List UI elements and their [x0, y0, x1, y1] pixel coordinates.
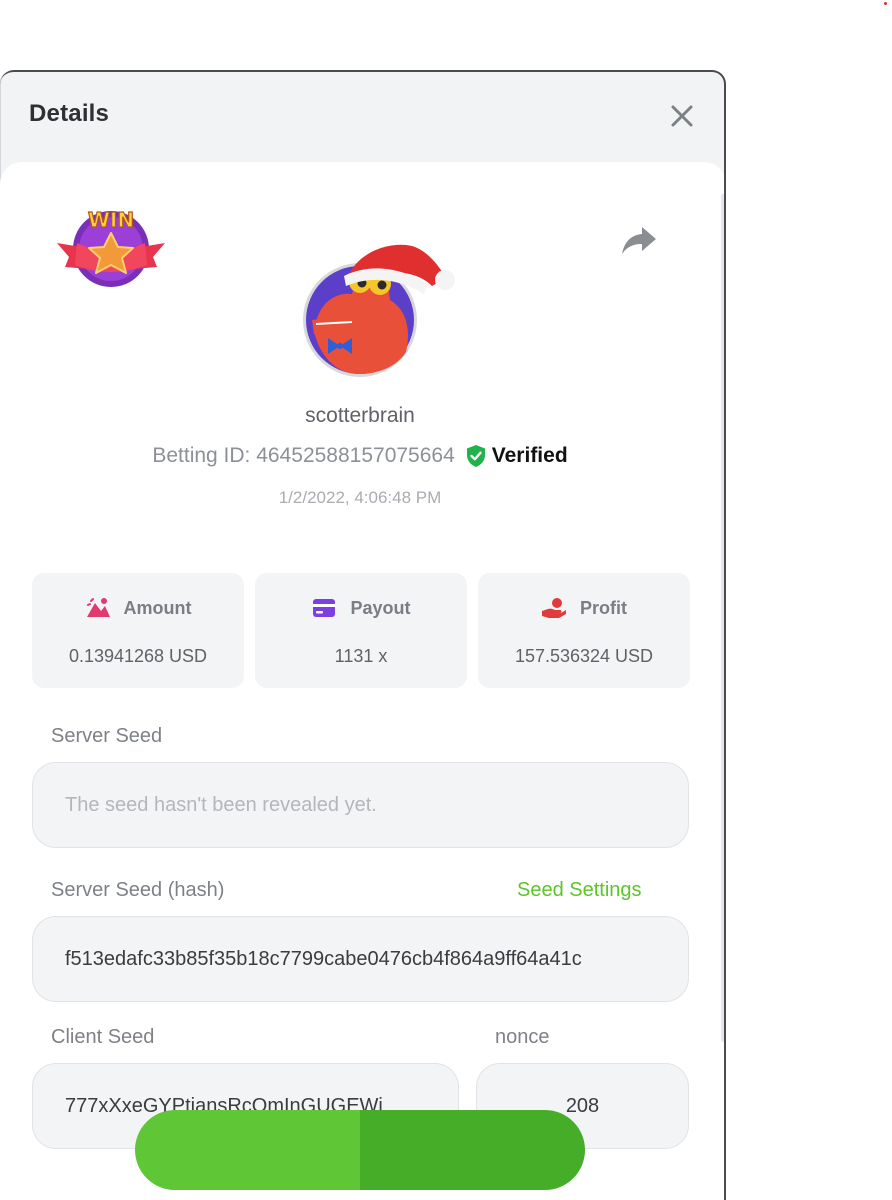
close-icon — [671, 105, 693, 127]
server-seed-hash-value: f513edafc33b85f35b18c7799cabe0476cb4f864… — [65, 947, 582, 970]
client-seed-label: Client Seed — [51, 1026, 155, 1048]
verified-shield-icon — [466, 445, 485, 467]
stat-amount-label: Amount — [123, 597, 192, 618]
win-badge-text: WIN — [88, 208, 134, 232]
win-badge: WIN — [55, 203, 167, 289]
betting-info-row: Betting ID: 46452588157075664 Verified — [0, 444, 720, 468]
username: scotterbrain — [305, 404, 415, 427]
server-seed-placeholder: The seed hasn't been revealed yet. — [65, 793, 377, 816]
win-badge-icon: WIN — [57, 207, 165, 287]
bet-timestamp: 1/2/2022, 4:06:48 PM — [278, 488, 442, 507]
server-seed-field[interactable]: The seed hasn't been revealed yet. — [32, 762, 689, 848]
server-seed-label: Server Seed — [51, 725, 163, 747]
bet-amount-icon — [86, 598, 110, 617]
modal-header: Details — [0, 70, 726, 160]
stat-amount-value: 0.13941268 USD — [68, 646, 208, 666]
stat-profit-value: 157.536324 USD — [514, 646, 654, 666]
stat-profit: Profit 157.536324 USD — [478, 573, 690, 688]
verify-button-right — [360, 1110, 585, 1190]
modal-title: Details — [29, 100, 110, 127]
stat-payout: Payout 1131 x — [255, 573, 467, 688]
stat-amount: Amount 0.13941268 USD — [32, 573, 244, 688]
betting-id: Betting ID: 46452588157075664 — [152, 444, 455, 467]
avatar — [300, 222, 460, 382]
scrollbar[interactable] — [721, 194, 725, 1042]
hand-coin-icon — [542, 598, 566, 618]
share-icon — [622, 227, 656, 254]
verified-badge: Verified — [465, 444, 568, 468]
verify-button-left — [135, 1110, 360, 1190]
stat-profit-label: Profit — [580, 597, 627, 618]
server-seed-hash-label: Server Seed (hash) — [51, 879, 225, 901]
avatar-image — [303, 244, 455, 377]
verified-label: Verified — [491, 444, 568, 467]
verify-button[interactable] — [135, 1110, 585, 1190]
server-seed-hash-field[interactable]: f513edafc33b85f35b18c7799cabe0476cb4f864… — [32, 916, 689, 1002]
stat-payout-value: 1131 x — [334, 646, 388, 666]
stat-payout-label: Payout — [350, 597, 411, 618]
wallet-card-icon — [313, 599, 336, 617]
details-modal: Details WIN scotterbrain Betting ID: 464… — [0, 70, 726, 1200]
status-dot — [884, 2, 887, 5]
nonce-label: nonce — [495, 1026, 550, 1048]
close-button[interactable] — [663, 97, 701, 135]
seed-settings-link[interactable]: Seed Settings — [517, 879, 642, 902]
share-button[interactable] — [620, 223, 658, 257]
